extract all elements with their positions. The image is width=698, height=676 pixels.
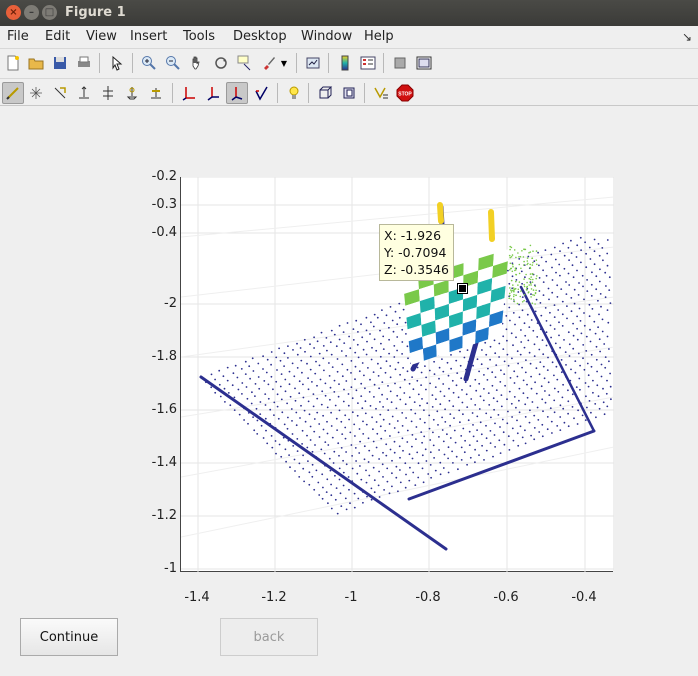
brush-dropdown-icon[interactable]: ▼ <box>278 52 290 74</box>
toolbar-separator <box>132 53 133 73</box>
cube-icon[interactable] <box>314 82 336 104</box>
menu-file[interactable]: File <box>7 29 29 44</box>
hide-plot-tools-icon[interactable] <box>389 52 411 74</box>
point-cloud-segment <box>437 202 444 224</box>
zoom-out-icon[interactable] <box>162 52 184 74</box>
insert-legend-icon[interactable] <box>357 52 379 74</box>
menu-desktop[interactable]: Desktop <box>233 29 287 44</box>
toolbar-separator <box>308 83 309 103</box>
select-points-icon[interactable] <box>2 82 24 104</box>
stop-icon[interactable]: STOP <box>394 82 416 104</box>
toolbar-separator <box>296 53 297 73</box>
data-tip[interactable]: X: -1.926 Y: -0.7094 Z: -0.3546 <box>379 224 454 281</box>
save-icon[interactable] <box>49 52 71 74</box>
insert-colorbar-icon[interactable] <box>334 52 356 74</box>
show-plot-tools-icon[interactable] <box>413 52 435 74</box>
y-tick-label: -0.2 <box>151 169 177 184</box>
y-tick-label: -0.4 <box>151 225 177 240</box>
edit-plot-arrow-icon[interactable] <box>106 52 128 74</box>
x-tick-label: -1.4 <box>184 590 210 605</box>
camera-toolbar: STOP <box>0 78 698 106</box>
datatip-x: X: -1.926 <box>384 228 442 243</box>
title-bar: × – □ Figure 1 <box>0 0 698 26</box>
datatip-marker[interactable] <box>457 283 468 294</box>
datatip-y: Y: -0.7094 <box>384 245 447 260</box>
data-cursor-icon[interactable] <box>234 52 256 74</box>
y-tick-label: -1.2 <box>151 508 177 523</box>
print-icon[interactable] <box>73 52 95 74</box>
close-window-button[interactable]: × <box>6 5 21 20</box>
scatter-points-icon[interactable] <box>25 82 47 104</box>
new-figure-icon[interactable] <box>2 52 24 74</box>
menu-insert[interactable]: Insert <box>130 29 167 44</box>
open-file-icon[interactable] <box>25 52 47 74</box>
y-tick-label: -2 <box>164 296 177 311</box>
axis-check-icon[interactable] <box>250 82 272 104</box>
x-tick-label: -0.4 <box>571 590 597 605</box>
level-icon[interactable] <box>121 82 143 104</box>
back-button[interactable]: back <box>220 618 318 656</box>
toolbar-separator <box>99 53 100 73</box>
x-tick-label: -0.6 <box>493 590 519 605</box>
maximize-window-button[interactable]: □ <box>42 5 57 20</box>
datatip-z: Z: -0.3546 <box>384 262 449 277</box>
window-title: Figure 1 <box>65 5 126 20</box>
menu-bar: File Edit View Insert Tools Desktop Wind… <box>0 26 698 48</box>
minimize-window-button[interactable]: – <box>24 5 39 20</box>
toolbar-separator <box>277 83 278 103</box>
brush-icon[interactable] <box>258 52 280 74</box>
cube-view-icon[interactable] <box>338 82 360 104</box>
y-tick-label: -1.6 <box>151 402 177 417</box>
figure-toolbar: ▼ <box>0 48 698 76</box>
label-icon[interactable] <box>370 82 392 104</box>
svg-text:STOP: STOP <box>398 92 412 98</box>
x-tick-label: -1 <box>344 590 358 605</box>
axis-red-blue-icon[interactable] <box>202 82 224 104</box>
align-icon[interactable] <box>73 82 95 104</box>
pan-hand-icon[interactable] <box>186 52 208 74</box>
toolbar-separator <box>172 83 173 103</box>
menu-help[interactable]: Help <box>364 29 394 44</box>
distribute-icon[interactable] <box>97 82 119 104</box>
menu-edit[interactable]: Edit <box>45 29 70 44</box>
dock-arrow-icon[interactable]: ↘ <box>682 30 692 44</box>
link-plot-icon[interactable] <box>302 52 324 74</box>
x-tick-label: -0.8 <box>415 590 441 605</box>
point-cloud-segment <box>407 429 596 501</box>
figure-window: × – □ Figure 1 File Edit View Insert Too… <box>0 0 698 676</box>
level2-icon[interactable] <box>145 82 167 104</box>
y-tick-label: -0.3 <box>151 197 177 212</box>
continue-button[interactable]: Continue <box>20 618 118 656</box>
y-tick-label: -1.8 <box>151 349 177 364</box>
zoom-in-icon[interactable] <box>138 52 160 74</box>
menu-view[interactable]: View <box>86 29 117 44</box>
grid-line <box>180 296 615 358</box>
axis-selected-icon[interactable] <box>226 82 248 104</box>
lightbulb-icon[interactable] <box>283 82 305 104</box>
rotate-3d-icon[interactable] <box>210 52 232 74</box>
toolbar-separator <box>383 53 384 73</box>
toolbar-separator <box>328 53 329 73</box>
y-tick-label: -1.4 <box>151 455 177 470</box>
menu-tools[interactable]: Tools <box>183 29 215 44</box>
menu-window[interactable]: Window <box>301 29 352 44</box>
pointer-icon[interactable] <box>49 82 71 104</box>
toolbar-separator <box>364 83 365 103</box>
y-tick-label: -1 <box>164 561 177 576</box>
axis-red-icon[interactable] <box>178 82 200 104</box>
point-cloud-segment <box>488 209 495 242</box>
x-tick-label: -1.2 <box>261 590 287 605</box>
